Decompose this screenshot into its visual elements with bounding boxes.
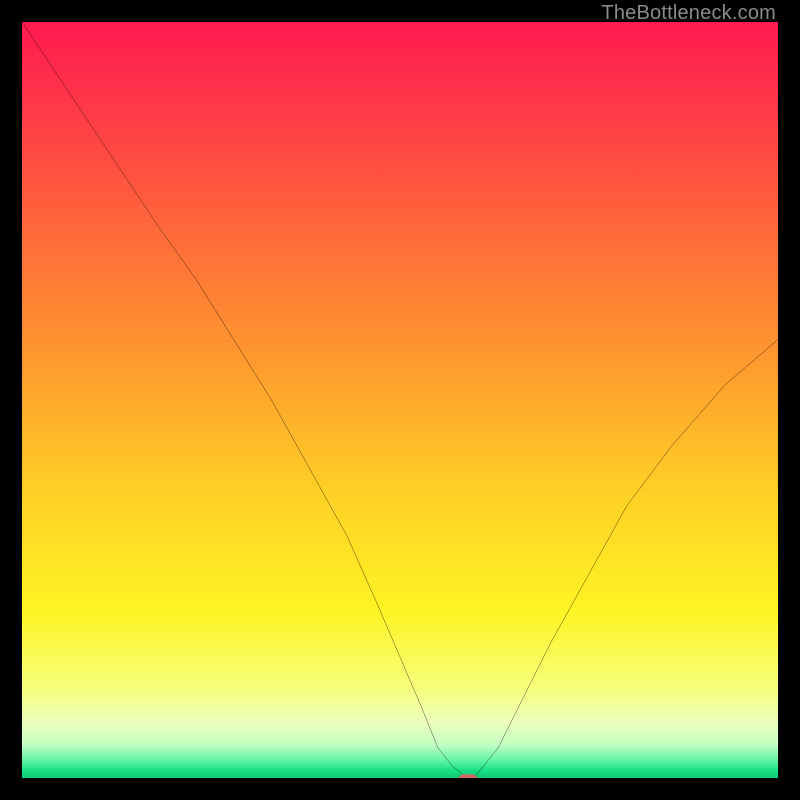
plot-area (22, 22, 778, 778)
chart-frame: TheBottleneck.com (0, 0, 800, 800)
background-gradient (22, 22, 778, 778)
